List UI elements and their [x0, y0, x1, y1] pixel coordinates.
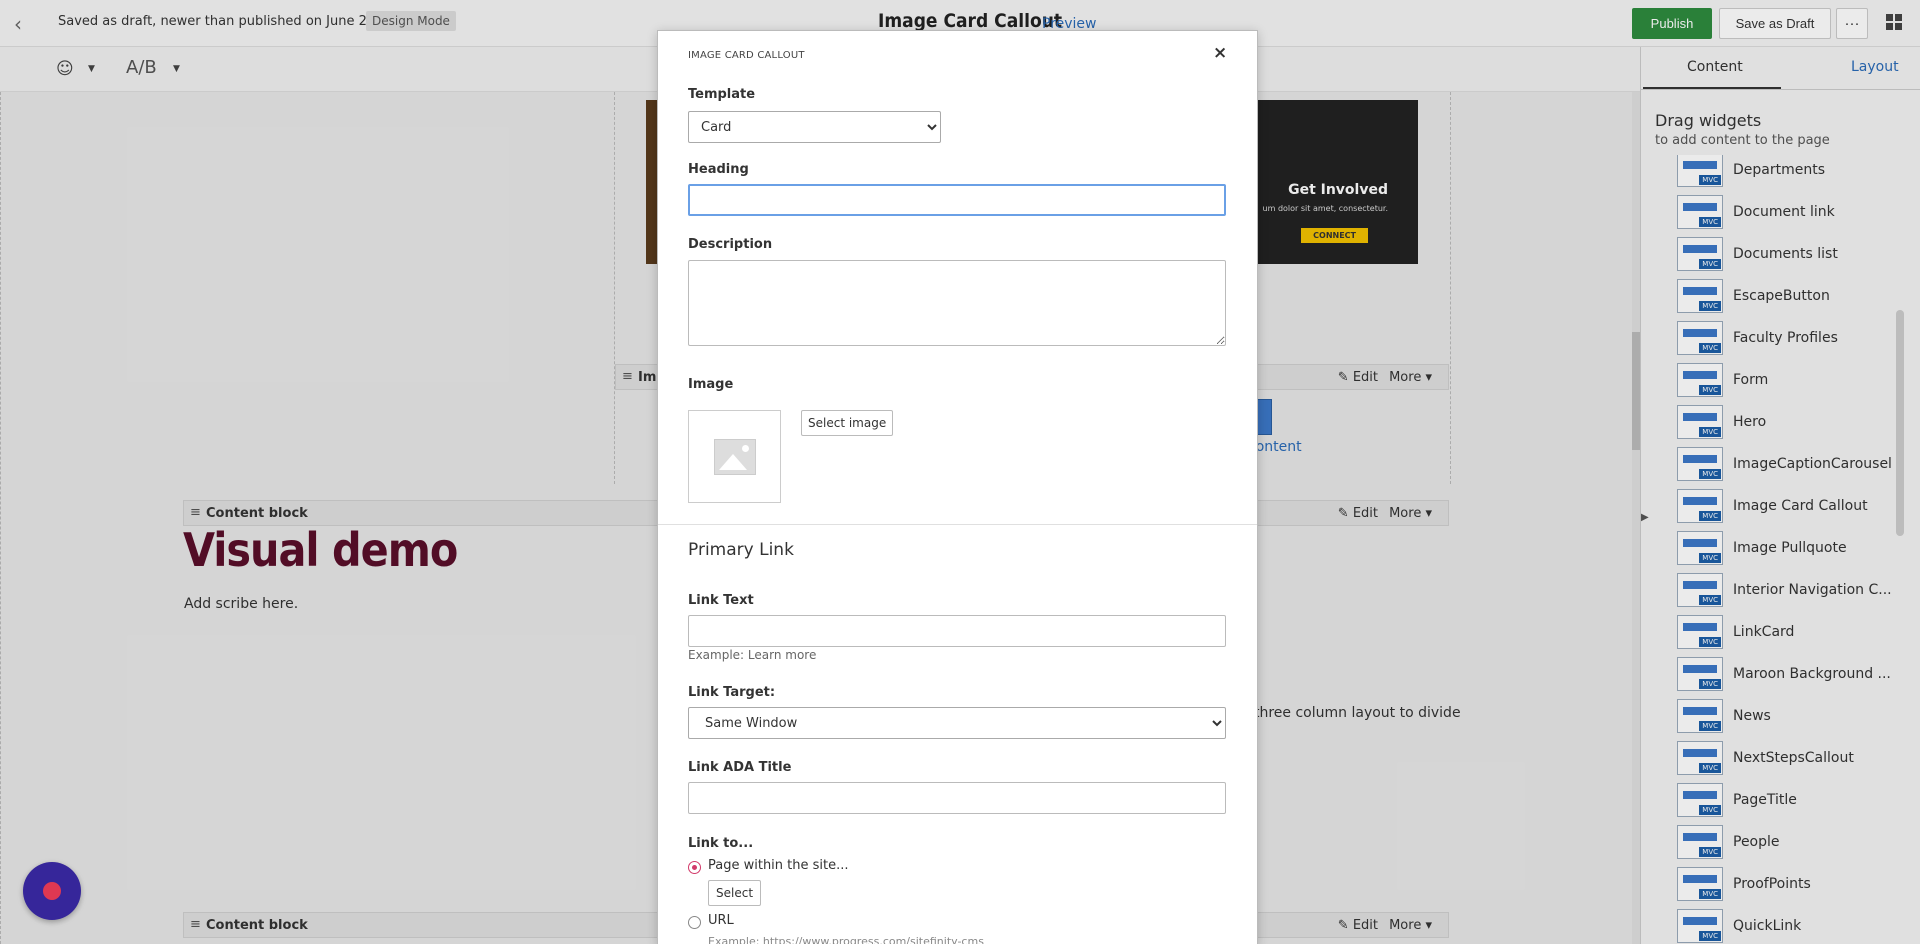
- link-target-label: Link Target:: [688, 685, 776, 700]
- description-textarea[interactable]: [688, 260, 1226, 346]
- template-select[interactable]: Card: [688, 111, 941, 143]
- section-divider: [658, 524, 1257, 525]
- heading-label: Heading: [688, 162, 749, 177]
- close-icon[interactable]: ×: [1213, 43, 1227, 63]
- image-placeholder-icon: [714, 439, 756, 475]
- select-page-button[interactable]: Select: [708, 880, 762, 906]
- page-within-site-label: Page within the site...: [708, 858, 849, 873]
- image-label: Image: [688, 377, 734, 392]
- page-within-site-radio[interactable]: [688, 861, 701, 874]
- link-text-label: Link Text: [688, 593, 754, 608]
- primary-link-heading: Primary Link: [688, 540, 794, 560]
- url-help: Example: https://www.progress.com/sitefi…: [708, 935, 984, 944]
- url-label: URL: [708, 913, 734, 928]
- image-card-callout-dialog: IMAGE CARD CALLOUT × Template Card Headi…: [657, 30, 1258, 944]
- link-ada-title-input[interactable]: [688, 782, 1226, 814]
- link-to-label: Link to...: [688, 836, 754, 851]
- link-text-help: Example: Learn more: [688, 648, 817, 662]
- link-text-input[interactable]: [688, 615, 1226, 647]
- image-placeholder: [688, 410, 781, 503]
- link-target-select[interactable]: Same Window: [688, 707, 1226, 739]
- heading-input[interactable]: [688, 184, 1226, 216]
- url-radio[interactable]: [688, 916, 701, 929]
- template-label: Template: [688, 87, 756, 102]
- description-label: Description: [688, 237, 773, 252]
- link-ada-title-label: Link ADA Title: [688, 760, 792, 775]
- dialog-title: IMAGE CARD CALLOUT: [688, 50, 805, 61]
- select-image-button[interactable]: Select image: [801, 410, 894, 436]
